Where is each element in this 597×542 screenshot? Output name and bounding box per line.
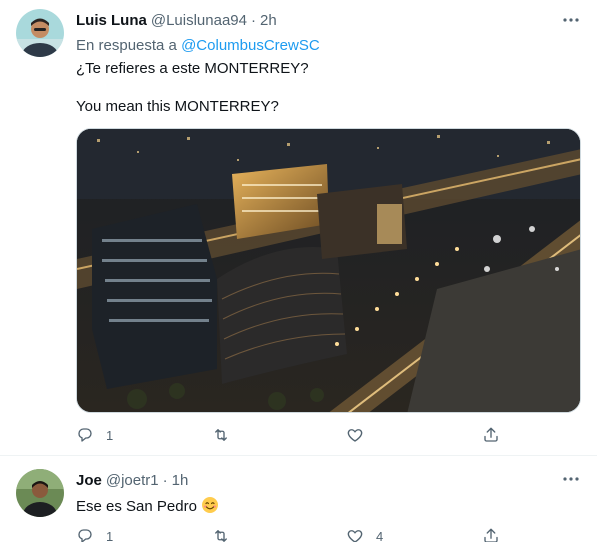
timestamp[interactable]: 1h	[172, 472, 189, 489]
user-handle[interactable]: @Luislunaa94	[151, 12, 247, 29]
more-icon[interactable]	[561, 10, 581, 30]
retweet-icon	[215, 530, 227, 542]
tweet-text-line-1: ¿Te refieres a este MONTERREY?	[76, 60, 309, 77]
smiling-face-emoji-icon	[201, 496, 219, 514]
separator-dot: ·	[162, 472, 168, 489]
tweet-text: Ese es San Pedro	[76, 496, 219, 517]
tweet-photo[interactable]	[76, 128, 581, 413]
reply-button[interactable]: 1	[76, 526, 113, 542]
reply-icon	[78, 529, 92, 542]
tweet-actions: 1 4	[76, 526, 506, 542]
reply-icon	[78, 428, 92, 442]
like-count: 4	[376, 528, 384, 542]
share-button[interactable]	[482, 526, 500, 542]
reply-count: 1	[106, 528, 114, 542]
share-icon	[484, 528, 498, 542]
like-icon	[347, 530, 363, 542]
like-button[interactable]	[346, 425, 376, 445]
mention-link[interactable]: @ColumbusCrewSC	[181, 37, 320, 54]
like-button[interactable]: 4	[346, 526, 383, 542]
reply-button[interactable]: 1	[76, 425, 113, 445]
tweet-header: Luis Luna @Luislunaa94 · 2h	[76, 12, 277, 29]
separator-dot: ·	[250, 12, 256, 29]
user-handle[interactable]: @joetr1	[106, 472, 159, 489]
tweet-actions: 1	[76, 425, 506, 445]
tweet-text-body: Ese es San Pedro	[76, 498, 197, 515]
reply-count: 1	[106, 427, 114, 443]
tweet-header: Joe @joetr1 · 1h	[76, 472, 188, 489]
replying-to-label: En respuesta a	[76, 37, 177, 54]
retweet-button[interactable]	[212, 425, 242, 445]
replying-to: En respuesta a @ColumbusCrewSC	[76, 37, 320, 54]
retweet-icon	[215, 429, 227, 441]
display-name[interactable]: Luis Luna	[76, 12, 147, 29]
share-icon	[484, 427, 498, 442]
more-icon[interactable]	[561, 469, 581, 489]
share-button[interactable]	[482, 425, 500, 445]
avatar[interactable]	[16, 469, 64, 517]
tweet-text-line-2: You mean this MONTERREY?	[76, 98, 279, 115]
tweet-joe[interactable]: Joe @joetr1 · 1h Ese es San Pedro 1 4	[0, 456, 597, 542]
like-icon	[347, 429, 363, 442]
retweet-button[interactable]	[212, 526, 242, 542]
avatar[interactable]	[16, 9, 64, 57]
tweet-luis-luna[interactable]: Luis Luna @Luislunaa94 · 2h En respuesta…	[0, 0, 597, 456]
timestamp[interactable]: 2h	[260, 12, 277, 29]
display-name[interactable]: Joe	[76, 472, 102, 489]
